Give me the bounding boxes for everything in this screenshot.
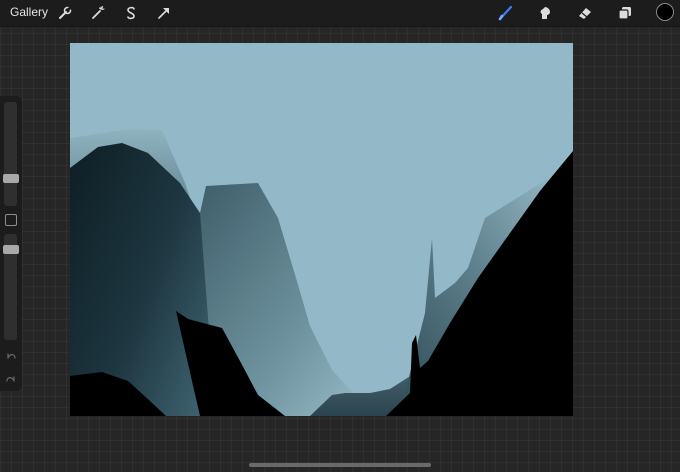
left-sidebar [0,96,22,391]
modify-button[interactable] [5,214,17,226]
drawing-canvas[interactable] [70,43,573,416]
brush-size-slider[interactable] [3,102,19,206]
undo-button[interactable] [5,350,17,362]
actions-button[interactable] [55,3,75,23]
magic-wand-icon [92,5,105,19]
undo-icon [7,353,16,359]
opacity-slider[interactable] [3,234,19,340]
brush-tool-button[interactable] [496,3,516,23]
selection-icon [127,6,135,20]
selection-button[interactable] [121,3,141,23]
adjustments-button[interactable] [88,3,108,23]
eraser-tool-button[interactable] [575,3,595,23]
top-toolbar: Gallery [0,0,680,27]
landscape-artwork [70,43,573,416]
transform-arrow-icon [158,8,169,19]
home-indicator[interactable] [249,463,431,467]
brush-icon [498,5,513,21]
eraser-icon [579,8,591,19]
transform-button[interactable] [154,3,174,23]
gallery-button[interactable]: Gallery [10,5,48,19]
layers-button[interactable] [615,3,635,23]
brush-size-thumb[interactable] [3,174,19,183]
color-picker-button[interactable] [656,3,674,21]
smudge-tool-button[interactable] [535,3,555,23]
redo-icon [6,376,15,382]
opacity-thumb[interactable] [3,245,19,254]
wrench-icon [59,6,72,19]
smudge-icon [540,7,550,19]
layers-icon [618,7,631,20]
redo-button[interactable] [5,373,17,385]
